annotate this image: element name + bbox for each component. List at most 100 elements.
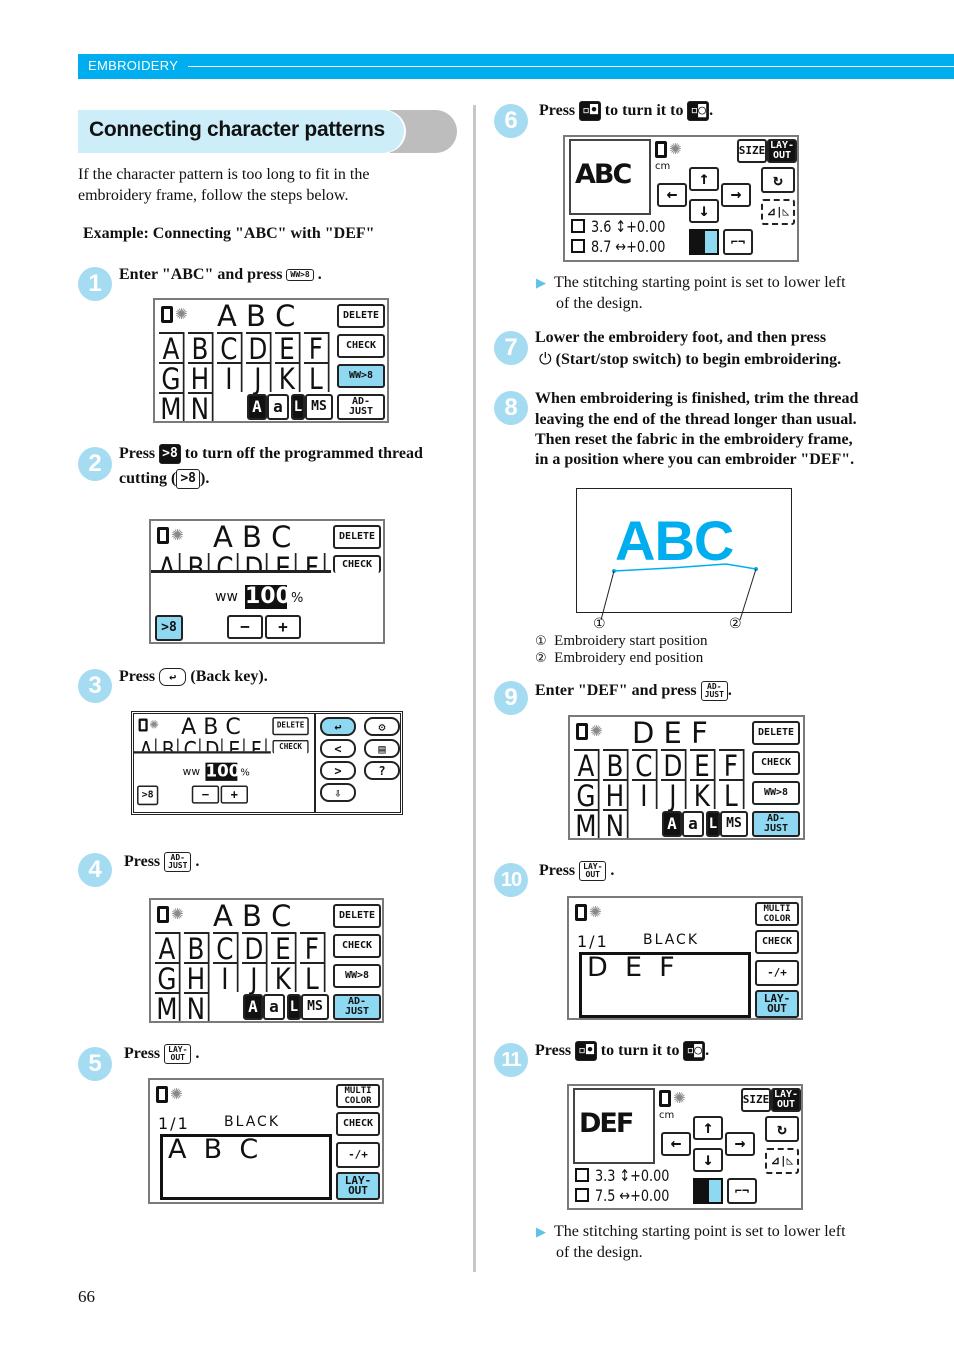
letter-key-m[interactable]: M: [159, 392, 185, 421]
move-up-key[interactable]: ↑: [693, 1116, 723, 1140]
frame-trace-key[interactable]: ⌐¬: [727, 1178, 757, 1204]
thread-cut-key[interactable]: WW>8: [333, 964, 381, 988]
move-down-key[interactable]: ↓: [689, 199, 719, 223]
letter-key-h[interactable]: H: [188, 362, 214, 394]
size-medium-small-key[interactable]: MS: [305, 394, 333, 420]
letter-key-b[interactable]: B: [184, 553, 210, 570]
letter-key-f[interactable]: F: [719, 749, 745, 781]
layout-key[interactable]: LAY- OUT: [336, 1172, 380, 1200]
letter-key-d[interactable]: D: [661, 749, 687, 781]
letter-key-k[interactable]: K: [275, 362, 301, 394]
delete-key[interactable]: DELETE: [752, 721, 800, 745]
letter-key-c[interactable]: C: [213, 932, 239, 964]
thread-cut-key[interactable]: WW>8: [337, 364, 385, 388]
move-right-key[interactable]: →: [721, 183, 751, 207]
letter-key-f[interactable]: F: [304, 332, 330, 364]
letter-key-f[interactable]: F: [247, 738, 267, 752]
letter-key-b[interactable]: B: [188, 332, 214, 364]
size-large-key[interactable]: L: [291, 394, 305, 420]
embroidery-key[interactable]: ⇩: [320, 783, 356, 802]
letter-key-l[interactable]: L: [719, 779, 745, 811]
move-left-key[interactable]: ←: [661, 1132, 691, 1156]
letter-key-d[interactable]: D: [203, 738, 223, 752]
letter-key-k[interactable]: K: [690, 779, 716, 811]
help-key[interactable]: ?: [364, 761, 400, 780]
uppercase-key[interactable]: A: [243, 994, 263, 1020]
frame-trace-key[interactable]: ⌐¬: [723, 229, 753, 255]
move-left-key[interactable]: ←: [657, 183, 687, 207]
size-large-key[interactable]: L: [706, 811, 720, 837]
letter-key-a[interactable]: A: [137, 738, 157, 752]
letter-key-n[interactable]: N: [188, 392, 214, 421]
pattern-key[interactable]: ⚙: [364, 717, 400, 736]
letter-key-k[interactable]: K: [271, 962, 297, 994]
check-key[interactable]: CHECK: [333, 555, 381, 573]
letter-key-e[interactable]: E: [271, 932, 297, 964]
thread-trim-key[interactable]: -/+: [336, 1142, 380, 1168]
multi-color-key[interactable]: MULTI COLOR: [336, 1084, 380, 1108]
delete-key[interactable]: DELETE: [337, 304, 385, 328]
thread-cut-toggle-key[interactable]: >8: [137, 785, 159, 806]
lowercase-key[interactable]: a: [267, 394, 289, 420]
lowercase-key[interactable]: a: [682, 811, 704, 837]
thread-trim-key[interactable]: -/+: [755, 960, 799, 986]
letter-key-b[interactable]: B: [603, 749, 629, 781]
plus-key[interactable]: +: [265, 615, 301, 639]
delete-key[interactable]: DELETE: [333, 904, 381, 928]
letter-key-e[interactable]: E: [690, 749, 716, 781]
thread-cut-toggle-key[interactable]: >8: [155, 615, 183, 641]
adjust-key[interactable]: AD- JUST: [752, 811, 800, 837]
uppercase-key[interactable]: A: [662, 811, 682, 837]
letter-key-g[interactable]: G: [574, 779, 600, 811]
multi-color-key[interactable]: MULTI COLOR: [755, 902, 799, 926]
letter-key-m[interactable]: M: [574, 809, 600, 838]
mirror-key[interactable]: ⊿|◺: [765, 1148, 799, 1174]
letter-key-f[interactable]: F: [300, 553, 326, 570]
previous-key[interactable]: <: [320, 739, 356, 758]
letter-key-a[interactable]: A: [155, 932, 181, 964]
back-key[interactable]: ↩: [320, 717, 356, 736]
adjust-key[interactable]: AD- JUST: [333, 994, 381, 1020]
size-medium-small-key[interactable]: MS: [720, 811, 748, 837]
minus-key[interactable]: −: [227, 615, 263, 639]
letter-key-e[interactable]: E: [225, 738, 245, 752]
size-medium-small-key[interactable]: MS: [301, 994, 329, 1020]
letter-key-g[interactable]: G: [159, 362, 185, 394]
letter-key-h[interactable]: H: [603, 779, 629, 811]
letter-key-b[interactable]: B: [159, 738, 179, 752]
letter-key-d[interactable]: D: [242, 932, 268, 964]
letter-key-f[interactable]: F: [300, 932, 326, 964]
letter-key-j[interactable]: J: [661, 779, 687, 811]
letter-key-j[interactable]: J: [246, 362, 272, 394]
letter-key-a[interactable]: A: [155, 553, 181, 570]
minus-key[interactable]: −: [191, 785, 220, 804]
letter-key-h[interactable]: H: [184, 962, 210, 994]
check-key[interactable]: CHECK: [336, 1112, 380, 1136]
check-key[interactable]: CHECK: [333, 934, 381, 958]
move-up-key[interactable]: ↑: [689, 167, 719, 191]
letter-key-c[interactable]: C: [181, 738, 201, 752]
check-key[interactable]: CHECK: [755, 930, 799, 954]
check-key[interactable]: CHECK: [337, 334, 385, 358]
letter-key-d[interactable]: D: [242, 553, 268, 570]
adjust-key[interactable]: AD- JUST: [337, 394, 385, 420]
size-key[interactable]: SIZE: [741, 1088, 771, 1112]
delete-key[interactable]: DELETE: [272, 717, 309, 736]
letter-key-i[interactable]: I: [213, 962, 239, 994]
letter-key-l[interactable]: L: [304, 362, 330, 394]
rotate-key[interactable]: ↻: [761, 167, 795, 193]
rotate-key[interactable]: ↻: [765, 1116, 799, 1142]
letter-key-j[interactable]: J: [242, 962, 268, 994]
layout-key[interactable]: LAY- OUT: [771, 1088, 801, 1112]
next-key[interactable]: >: [320, 761, 356, 780]
lowercase-key[interactable]: a: [263, 994, 285, 1020]
letter-key-a[interactable]: A: [574, 749, 600, 781]
letter-key-b[interactable]: B: [184, 932, 210, 964]
letter-key-a[interactable]: A: [159, 332, 185, 364]
letter-key-i[interactable]: I: [632, 779, 658, 811]
layout-key[interactable]: LAY- OUT: [755, 990, 799, 1018]
letter-key-g[interactable]: G: [155, 962, 181, 994]
layout-key[interactable]: LAY- OUT: [767, 139, 797, 163]
letter-key-n[interactable]: N: [184, 992, 210, 1021]
letter-key-l[interactable]: L: [300, 962, 326, 994]
